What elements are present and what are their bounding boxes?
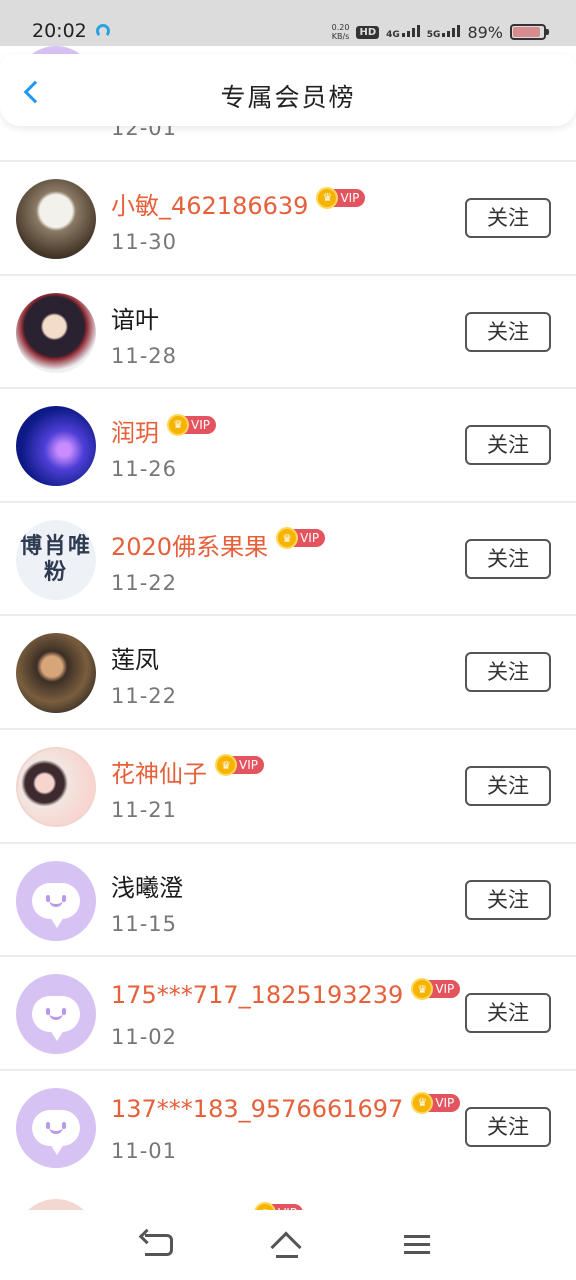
member-date: 11-21 <box>111 797 178 822</box>
member-name[interactable]: 花神仙子 ♛ VIP <box>111 754 264 789</box>
vip-badge: ♛VIP <box>167 413 216 436</box>
follow-button[interactable]: 关注 <box>465 311 551 352</box>
signal-4g-icon: 4G <box>386 24 420 40</box>
list-item[interactable]: 莲凤 11-22 关注 <box>0 614 576 728</box>
page-title: 专属会员榜 <box>220 83 356 112</box>
list-item[interactable]: 花神仙子 ♛ VIP 11-21 关注 <box>0 727 576 842</box>
member-name[interactable]: 175***717_1825193239 ♛ VIP <box>111 978 461 1009</box>
home-icon[interactable] <box>270 1231 302 1263</box>
status-time: 20:02 <box>32 20 87 42</box>
vip-badge: ♛VIP <box>411 1091 461 1114</box>
member-date: 11-02 <box>111 1025 178 1050</box>
list-item[interactable]: 浅曦澄 11-15 关注 <box>0 841 576 956</box>
app-notification-icon <box>96 24 110 38</box>
crown-icon: ♛ <box>411 1091 434 1114</box>
member-date: 11-15 <box>111 911 178 936</box>
system-nav-bar <box>0 1210 576 1280</box>
back-arrow-icon[interactable] <box>145 1234 173 1256</box>
member-date: 11-22 <box>111 570 178 595</box>
avatar[interactable] <box>16 406 96 487</box>
vip-badge: ♛VIP <box>276 527 326 550</box>
follow-button[interactable]: 关注 <box>465 198 551 238</box>
avatar[interactable] <box>16 974 96 1055</box>
list-item[interactable]: 谙叶 11-28 关注 <box>0 273 576 388</box>
avatar[interactable] <box>16 1087 96 1168</box>
vip-badge: ♛VIP <box>411 978 461 1001</box>
avatar[interactable] <box>16 1199 96 1210</box>
crown-icon: ♛ <box>167 413 189 436</box>
member-date: 11-26 <box>111 457 178 482</box>
vip-badge: ♛VIP <box>316 186 366 209</box>
member-date: 11-22 <box>111 684 178 709</box>
hd-icon: HD <box>356 25 380 39</box>
signal-5g-icon: 5G <box>427 24 461 40</box>
battery-percent: 89% <box>467 22 503 42</box>
battery-icon <box>510 24 549 40</box>
member-name[interactable]: 137***183_9576661697 ♛ VIP <box>111 1091 461 1123</box>
header-bar: 专属会员榜 <box>0 54 576 126</box>
member-name[interactable]: 浅曦澄 <box>111 868 183 903</box>
list-item[interactable]: 润玥 ♛ VIP 11-26 关注 <box>0 387 576 501</box>
crown-icon: ♛ <box>316 186 339 209</box>
member-date: 11-28 <box>111 343 178 368</box>
avatar[interactable] <box>16 860 96 941</box>
vip-badge: ♛VIP <box>254 1202 303 1210</box>
vip-badge: ♛VIP <box>215 754 264 777</box>
member-name[interactable]: 润玥 ♛ VIP <box>111 413 216 448</box>
chat-bubble-icon <box>32 1109 80 1155</box>
follow-button[interactable]: 关注 <box>465 425 551 466</box>
member-name[interactable]: 莲凤 <box>111 640 159 675</box>
chat-bubble-icon <box>32 996 80 1042</box>
status-icons: 0.20 KB/s HD 4G 5G 89% <box>331 18 549 46</box>
list-item[interactable]: 博肖唯粉 2020佛系果果 ♛ VIP 11-22 关注 <box>0 500 576 615</box>
follow-button[interactable]: 关注 <box>465 879 551 920</box>
list-item[interactable]: 小敏_462186639 ♛ VIP 11-30 关注 <box>0 160 576 274</box>
member-date: 11-01 <box>111 1138 178 1163</box>
avatar[interactable] <box>16 292 96 373</box>
member-name[interactable]: 2020佛系果果 ♛ VIP <box>111 527 326 562</box>
follow-button[interactable]: 关注 <box>465 1106 551 1147</box>
menu-icon[interactable] <box>404 1235 430 1255</box>
avatar[interactable] <box>16 633 96 714</box>
list-item-partial-bottom: ♛VIP <box>0 1180 576 1210</box>
list-item[interactable]: 137***183_9576661697 ♛ VIP 11-01 关注 <box>0 1068 576 1183</box>
network-speed: 0.20 KB/s <box>331 23 350 41</box>
follow-button[interactable]: 关注 <box>465 765 551 806</box>
avatar[interactable] <box>16 179 96 259</box>
member-name[interactable]: 谙叶 <box>111 300 159 335</box>
avatar-text: 博肖唯粉 <box>19 533 92 585</box>
follow-button[interactable]: 关注 <box>465 993 551 1034</box>
follow-button[interactable]: 关注 <box>465 538 551 579</box>
chat-bubble-icon <box>32 882 80 928</box>
follow-button[interactable]: 关注 <box>465 652 551 693</box>
member-date: 11-30 <box>111 230 178 254</box>
avatar[interactable]: 博肖唯粉 <box>16 519 96 600</box>
member-name[interactable]: 小敏_462186639 ♛ VIP <box>111 186 366 221</box>
list-item[interactable]: 175***717_1825193239 ♛ VIP 11-02 关注 <box>0 955 576 1069</box>
member-list: 12-01 小敏_462186639 ♛ VIP 11-30 关注 谙叶 11-28 关注 润玥… <box>0 46 576 1183</box>
avatar[interactable] <box>16 746 96 827</box>
